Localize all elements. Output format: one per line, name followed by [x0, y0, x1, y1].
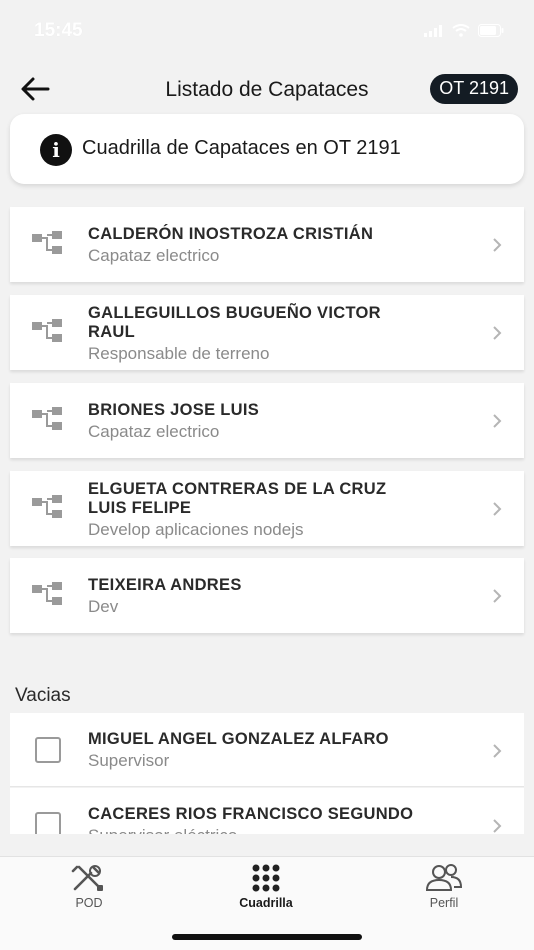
hierarchy-icon	[32, 582, 62, 605]
hierarchy-icon	[32, 319, 62, 342]
capataz-item[interactable]: BRIONES JOSE LUIS Capataz electrico	[10, 383, 524, 458]
capataz-item[interactable]: ELGUETA CONTRERAS DE LA CRUZ LUIS FELIPE…	[10, 471, 524, 546]
tab-label: Perfil	[429, 896, 459, 910]
vacia-name: CACERES RIOS FRANCISCO SEGUNDO	[88, 805, 414, 823]
info-text: Cuadrilla de Capataces en OT 2191	[82, 137, 401, 159]
capataz-name-line2: LUIS FELIPE	[88, 499, 192, 517]
chevron-right-icon	[493, 414, 502, 428]
capataz-name: ELGUETA CONTRERAS DE LA CRUZ	[88, 480, 387, 498]
vacia-role: Supervisor	[88, 751, 170, 770]
section-label-vacias: Vacias	[15, 685, 71, 706]
checkbox[interactable]	[35, 812, 61, 834]
capataz-text: GALLEGUILLOS BUGUEÑO VICTOR RAUL Respons…	[88, 304, 468, 364]
vacia-text: MIGUEL ANGEL GONZALEZ ALFARO Supervisor	[88, 730, 468, 771]
ot-badge: OT 2191	[430, 74, 518, 104]
tab-perfil[interactable]: Perfil	[384, 863, 504, 923]
capataz-item[interactable]: TEIXEIRA ANDRES Dev	[10, 558, 524, 633]
capataz-role: Develop aplicaciones nodejs	[88, 520, 304, 539]
hierarchy-icon	[32, 231, 62, 254]
info-card: i Cuadrilla de Capataces en OT 2191	[10, 114, 524, 184]
tab-label: POD	[75, 896, 103, 910]
grid-dots-icon	[252, 864, 280, 892]
hierarchy-icon	[32, 407, 62, 430]
chevron-right-icon	[493, 744, 502, 758]
chevron-right-icon	[493, 589, 502, 603]
capataz-text: ELGUETA CONTRERAS DE LA CRUZ LUIS FELIPE…	[88, 480, 468, 540]
vacia-item[interactable]: CACERES RIOS FRANCISCO SEGUNDO Superviso…	[10, 788, 524, 834]
home-indicator	[172, 934, 362, 940]
capataz-role: Capataz electrico	[88, 422, 220, 441]
header: Listado de Capataces OT 2191	[0, 66, 534, 114]
vacia-name: MIGUEL ANGEL GONZALEZ ALFARO	[88, 730, 389, 748]
chevron-right-icon	[493, 238, 502, 252]
vacia-role: Supervisor eléctrico	[88, 825, 468, 834]
capataz-item[interactable]: CALDERÓN INOSTROZA CRISTIÁN Capataz elec…	[10, 207, 524, 282]
capataz-role: Responsable de terreno	[88, 344, 270, 363]
capataz-role: Capataz electrico	[88, 246, 220, 265]
battery-icon	[478, 24, 504, 37]
hierarchy-icon	[32, 495, 62, 518]
vacias-list[interactable]: MIGUEL ANGEL GONZALEZ ALFARO Supervisor …	[0, 710, 534, 834]
tab-pod[interactable]: POD	[29, 863, 149, 923]
status-icons	[424, 24, 504, 37]
signal-icon	[424, 24, 442, 37]
wifi-icon	[452, 24, 470, 37]
capataz-name: CALDERÓN INOSTROZA CRISTIÁN	[88, 225, 374, 243]
capataz-role: Dev	[88, 597, 119, 616]
status-bar: 15:45	[0, 0, 534, 60]
capataz-text: CALDERÓN INOSTROZA CRISTIÁN Capataz elec…	[88, 225, 468, 266]
capataz-name: TEIXEIRA ANDRES	[88, 576, 242, 594]
users-icon	[425, 864, 463, 891]
capataz-item[interactable]: GALLEGUILLOS BUGUEÑO VICTOR RAUL Respons…	[10, 295, 524, 370]
chevron-right-icon	[493, 326, 502, 340]
capataz-name: BRIONES JOSE LUIS	[88, 401, 260, 419]
status-time: 15:45	[34, 20, 83, 41]
info-icon: i	[40, 134, 72, 166]
vacia-item[interactable]: MIGUEL ANGEL GONZALEZ ALFARO Supervisor	[10, 713, 524, 787]
capataz-text: BRIONES JOSE LUIS Capataz electrico	[88, 401, 468, 442]
tab-cuadrilla[interactable]: Cuadrilla	[206, 863, 326, 923]
vacia-text: CACERES RIOS FRANCISCO SEGUNDO Superviso…	[88, 805, 468, 834]
capataz-text: TEIXEIRA ANDRES Dev	[88, 576, 468, 617]
checkbox[interactable]	[35, 737, 61, 763]
tools-icon	[71, 865, 103, 891]
tab-label: Cuadrilla	[239, 896, 293, 910]
chevron-right-icon	[493, 819, 502, 833]
capataz-name-line2: RAUL	[88, 323, 136, 341]
chevron-right-icon	[493, 502, 502, 516]
capataz-name: GALLEGUILLOS BUGUEÑO VICTOR	[88, 304, 381, 322]
